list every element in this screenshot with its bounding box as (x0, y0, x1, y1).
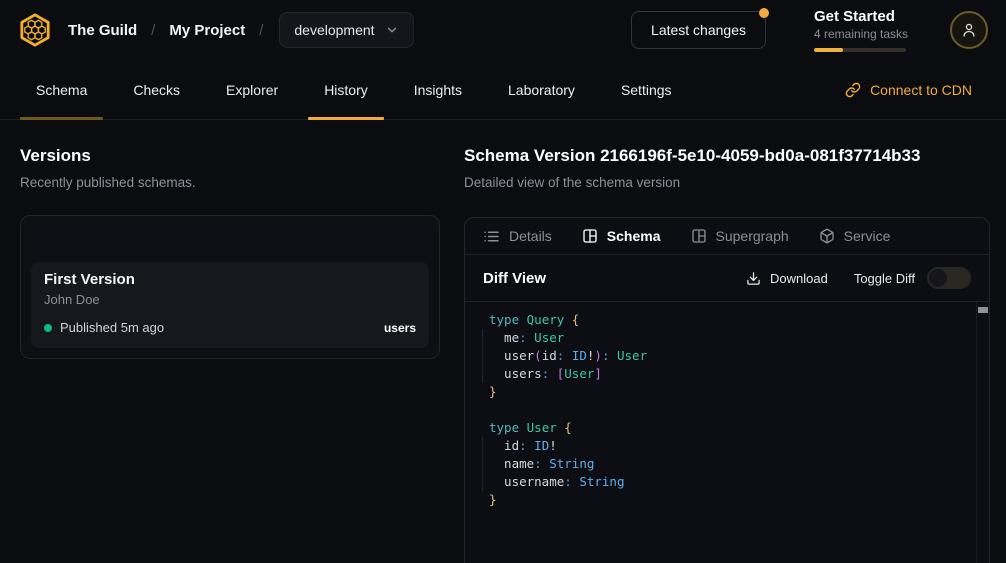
detail-title: Schema Version 2166196f-5e10-4059-bd0a-0… (464, 146, 990, 166)
topbar: The Guild / My Project / development Lat… (0, 0, 1006, 60)
version-name: First Version (44, 271, 416, 288)
detail-tabbar: Details Schema Supergraph (465, 218, 989, 255)
latest-changes-label: Latest changes (651, 22, 746, 38)
diff-view-header: Diff View Download Toggle Diff (465, 255, 989, 302)
tab-details[interactable]: Details (483, 228, 552, 245)
nav-tab-insights[interactable]: Insights (398, 60, 478, 119)
main-navbar: Schema Checks Explorer History Insights … (0, 60, 1006, 120)
notification-dot (759, 8, 769, 18)
versions-subtitle: Recently published schemas. (20, 175, 440, 190)
switch-knob (929, 269, 947, 287)
panels-icon (691, 228, 707, 244)
connect-to-cdn-button[interactable]: Connect to CDN (845, 60, 988, 119)
version-list-item[interactable]: First Version John Doe Published 5m ago … (31, 262, 429, 348)
nav-tabs: Schema Checks Explorer History Insights … (20, 60, 688, 119)
nav-tab-history[interactable]: History (308, 60, 384, 119)
nav-tab-explorer[interactable]: Explorer (210, 60, 294, 119)
detail-panel: Details Schema Supergraph (464, 217, 990, 563)
indent-guide (482, 329, 483, 383)
tab-supergraph[interactable]: Supergraph (691, 228, 789, 244)
breadcrumb-org[interactable]: The Guild (68, 22, 137, 39)
version-meta-row: Published 5m ago users (44, 320, 416, 335)
download-button[interactable]: Download (746, 271, 828, 286)
progress-fill (814, 48, 843, 52)
connect-to-cdn-label: Connect to CDN (870, 82, 972, 98)
person-icon (960, 21, 978, 39)
breadcrumb-project[interactable]: My Project (169, 22, 245, 39)
download-icon (746, 271, 761, 286)
target-selector-value: development (294, 22, 374, 38)
latest-changes-button[interactable]: Latest changes (631, 11, 766, 49)
vertical-scrollbar[interactable] (976, 302, 989, 563)
breadcrumb: The Guild / My Project / (68, 22, 263, 39)
tab-service[interactable]: Service (819, 228, 891, 244)
indent-guide (482, 437, 483, 491)
tab-details-label: Details (509, 228, 552, 244)
service-badge: users (384, 321, 416, 335)
version-status: Published 5m ago (60, 320, 164, 335)
diff-view-title: Diff View (483, 270, 546, 287)
user-avatar-button[interactable] (950, 11, 988, 49)
code-block: type Query { me: User user(id: ID!): Use… (489, 311, 969, 509)
published-status-dot (44, 324, 52, 332)
versions-list-card: First Version John Doe Published 5m ago … (20, 215, 440, 359)
toggle-diff-label: Toggle Diff (854, 271, 915, 286)
toggle-diff-control: Toggle Diff (854, 267, 971, 289)
breadcrumb-separator: / (151, 22, 155, 39)
chevron-down-icon (385, 23, 399, 37)
get-started-widget[interactable]: Get Started 4 remaining tasks (814, 8, 906, 52)
get-started-title: Get Started (814, 8, 906, 25)
cube-icon (819, 228, 835, 244)
versions-panel: Versions Recently published schemas. Fir… (0, 146, 464, 563)
tab-service-label: Service (844, 228, 891, 244)
list-icon (483, 228, 500, 245)
sdl-code-viewer[interactable]: type Query { me: User user(id: ID!): Use… (465, 302, 989, 563)
link-icon (845, 82, 861, 98)
version-author: John Doe (44, 292, 416, 307)
toggle-diff-switch[interactable] (927, 267, 971, 289)
diff-actions: Download Toggle Diff (746, 267, 971, 289)
nav-tab-settings[interactable]: Settings (605, 60, 688, 119)
target-selector[interactable]: development (279, 12, 413, 48)
scrollbar-thumb[interactable] (978, 307, 988, 313)
get-started-progressbar (814, 48, 906, 52)
detail-subtitle: Detailed view of the schema version (464, 175, 990, 190)
nav-tab-laboratory[interactable]: Laboratory (492, 60, 591, 119)
panels-icon (582, 228, 598, 244)
nav-tab-checks[interactable]: Checks (117, 60, 196, 119)
breadcrumb-separator: / (259, 22, 263, 39)
nav-tab-schema[interactable]: Schema (20, 60, 103, 119)
download-label: Download (770, 271, 828, 286)
get-started-subtitle: 4 remaining tasks (814, 27, 906, 41)
versions-title: Versions (20, 146, 440, 166)
tab-schema[interactable]: Schema (582, 228, 661, 244)
main-content: Versions Recently published schemas. Fir… (0, 120, 1006, 563)
tab-supergraph-label: Supergraph (716, 228, 789, 244)
tab-schema-label: Schema (607, 228, 661, 244)
guild-logo-icon[interactable] (16, 11, 54, 49)
schema-version-detail: Schema Version 2166196f-5e10-4059-bd0a-0… (464, 146, 1006, 563)
